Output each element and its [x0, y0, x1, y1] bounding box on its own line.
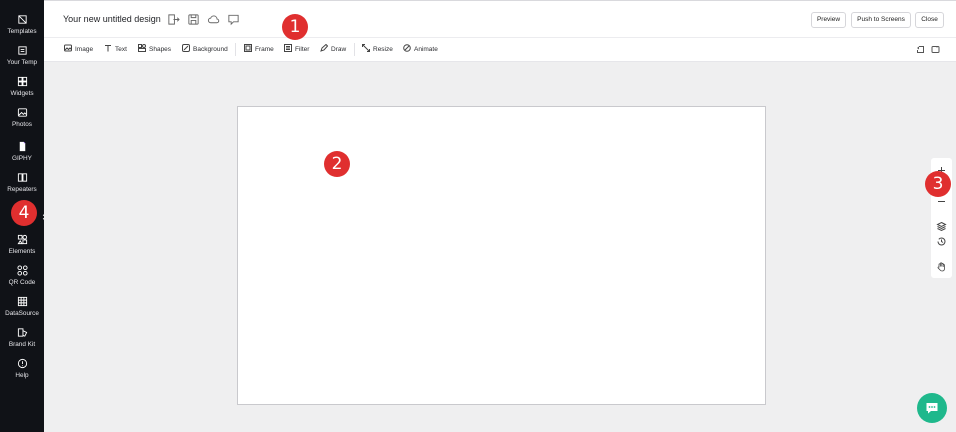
history-icon[interactable] [936, 236, 947, 247]
sidebar-item-your-templates[interactable]: Your Temp [0, 45, 44, 75]
undo-icon[interactable] [916, 45, 925, 54]
save-icon[interactable] [187, 13, 200, 26]
brand-kit-icon [17, 328, 27, 337]
tool-label: Filter [295, 46, 310, 53]
top-bar: Your new untitled design Preview Push to… [44, 0, 956, 38]
annotation-badge-4: 4 [11, 200, 37, 226]
push-to-screens-button[interactable]: Push to Screens [851, 12, 911, 28]
qr-code-icon [16, 265, 28, 276]
toolbar-divider [354, 43, 355, 56]
giphy-icon [19, 141, 25, 152]
animate-icon [403, 44, 411, 52]
sidebar-item-label: Repeaters [7, 186, 37, 193]
datasource-icon [17, 296, 27, 307]
sidebar-item-label: GIPHY [12, 155, 32, 162]
repeaters-icon [17, 173, 27, 182]
widgets-icon [17, 76, 27, 87]
sidebar-item-brand-kit[interactable]: Brand Kit [0, 327, 44, 357]
filter-icon [284, 44, 292, 52]
sidebar-item-help[interactable]: Help [0, 358, 44, 388]
tool-label: Shapes [149, 46, 172, 53]
sidebar-item-datasource[interactable]: DataSource [0, 296, 44, 326]
editor-toolbar: Image Text Shapes Background Frame Filte… [44, 38, 956, 62]
sidebar-item-elements[interactable]: Elements [0, 234, 44, 264]
document-title[interactable]: Your new untitled design [63, 14, 161, 24]
layers-icon[interactable] [936, 221, 947, 232]
templates-icon [17, 15, 27, 24]
tool-label: Resize [373, 46, 393, 53]
tool-filter[interactable]: Filter [284, 44, 309, 56]
redo-icon[interactable] [931, 45, 940, 54]
sidebar-item-widgets[interactable]: Widgets [0, 76, 44, 106]
sidebar-item-label: Brand Kit [8, 341, 36, 348]
tool-text[interactable]: Text [104, 44, 127, 56]
text-icon [105, 45, 111, 52]
sidebar-item-label: Elements [8, 248, 36, 255]
tool-animate[interactable]: Animate [403, 44, 438, 56]
your-templates-icon [17, 46, 27, 55]
tool-label: Background [193, 46, 228, 53]
share-icon[interactable] [167, 13, 180, 26]
annotation-badge-3: 3 [925, 171, 951, 197]
cloud-icon[interactable] [207, 13, 220, 26]
elements-icon [17, 234, 27, 245]
annotation-badge-2: 2 [324, 151, 350, 177]
sidebar-item-giphy[interactable]: GIPHY [0, 141, 44, 171]
tool-image[interactable]: Image [64, 44, 93, 56]
comment-icon[interactable] [227, 13, 240, 26]
sidebar-item-label: Photos [12, 121, 32, 128]
frame-icon [244, 44, 252, 52]
toolbar-divider [235, 43, 236, 56]
tool-label: Frame [255, 46, 274, 53]
design-canvas[interactable] [237, 106, 766, 405]
sidebar-item-photos[interactable]: Photos [0, 107, 44, 137]
sidebar-item-repeaters[interactable]: Repeaters [0, 172, 44, 202]
close-button[interactable]: Close [915, 12, 944, 28]
chat-bubble-icon [926, 403, 938, 414]
sidebar-item-label: QR Code [8, 279, 36, 286]
sidebar-item-label: Your Temp [6, 59, 38, 66]
tool-shapes[interactable]: Shapes [138, 44, 171, 56]
sidebar-item-label: Templates [7, 28, 37, 35]
tool-background[interactable]: Background [182, 44, 228, 56]
resize-icon [362, 44, 370, 52]
background-icon [182, 44, 190, 52]
tool-label: Animate [414, 46, 438, 53]
tool-label: Draw [331, 46, 347, 53]
preview-button[interactable]: Preview [811, 12, 846, 28]
chat-support-button[interactable] [917, 393, 947, 423]
pencil-icon [320, 43, 329, 52]
tool-draw[interactable]: Draw [320, 43, 347, 56]
sidebar-item-templates[interactable]: Templates [0, 14, 44, 44]
hand-icon[interactable] [936, 261, 947, 272]
help-icon [17, 358, 27, 369]
sidebar-item-label: DataSource [5, 310, 39, 317]
tool-frame[interactable]: Frame [244, 44, 274, 56]
tool-label: Image [75, 46, 94, 53]
shapes-icon [138, 44, 146, 52]
sidebar-item-label: Widgets [10, 90, 34, 97]
image-icon [64, 44, 72, 52]
sidebar-item-qr-code[interactable]: QR Code [0, 265, 44, 295]
annotation-badge-1: 1 [282, 14, 308, 40]
sidebar-item-label: Help [15, 372, 29, 379]
tool-resize[interactable]: Resize [362, 44, 393, 56]
zoom-out-icon[interactable] [936, 196, 947, 207]
tool-label: Text [115, 46, 127, 53]
photos-icon [17, 108, 27, 117]
